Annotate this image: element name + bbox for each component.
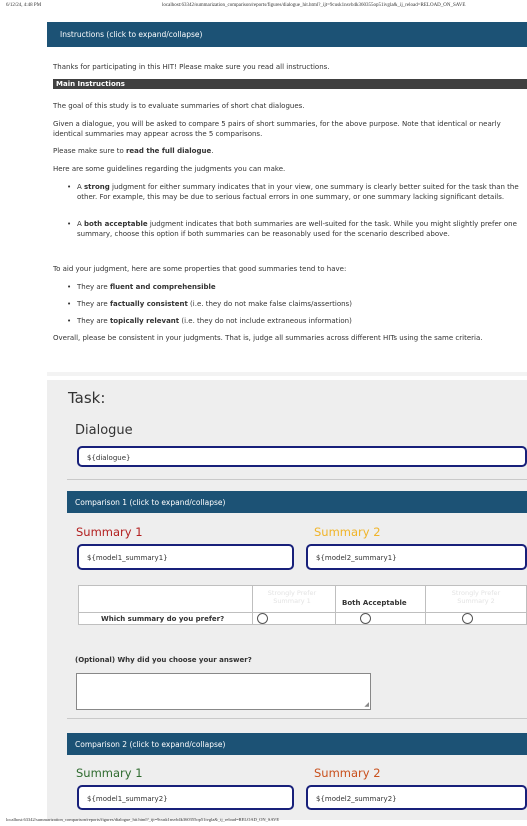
preference-question: Which summary do you prefer? [101,615,225,623]
radio-both-acceptable[interactable] [360,613,371,624]
properties-intro: To aid your judgment, here are some prop… [53,265,347,273]
comparison-2-summary-2-title: Summary 2 [314,766,381,780]
comparison-2-summary-2-value: ${model2_summary2} [316,795,397,803]
print-header: 6/12/24, 4:48 PM localhost:63342/summari… [0,0,527,12]
overall-text: Overall, please be consistent in your ju… [53,334,483,342]
comparison-2-summary-1-value: ${model1_summary2} [87,795,168,803]
dialogue-box: ${dialogue} [77,446,527,467]
dialogue-value: ${dialogue} [87,454,131,462]
comparison-2-toggle-label: Comparison 2 (click to expand/collapse) [75,740,226,749]
radio-strongly-prefer-summary-1[interactable] [257,613,268,624]
comparison-1-summary-2-box: ${model2_summary1} [306,544,527,570]
main-instructions-header: Main Instructions [53,79,527,89]
goal-text: The goal of this study is to evaluate su… [53,102,305,110]
dialogue-title: Dialogue [75,423,133,438]
comparison-2-toggle-bar[interactable]: Comparison 2 (click to expand/collapse) [67,733,527,755]
print-datetime: 6/12/24, 4:48 PM [6,3,42,8]
resize-grip-icon[interactable]: ◢ [364,701,369,708]
comparison-1-toggle-bar[interactable]: Comparison 1 (click to expand/collapse) [67,491,527,513]
instructions-toggle-bar[interactable]: Instructions (click to expand/collapse) [47,22,527,47]
guidelines-intro: Here are some guidelines regarding the j… [53,165,286,173]
both-acceptable-header: Both Acceptable [342,599,407,607]
comparison-2-summary-1-title: Summary 1 [76,766,143,780]
comparison-1-summary-1-value: ${model1_summary1} [87,554,168,562]
task-top-divider [47,372,527,376]
comparison-2-summary-2-box: ${model2_summary2} [306,785,527,810]
print-footer-url: localhost:63342/summarization_comparison… [6,817,280,822]
instructions-toggle-label: Instructions (click to expand/collapse) [60,30,203,39]
divider [67,718,527,719]
optional-reason-label: (Optional) Why did you choose your answe… [75,656,252,664]
strongly-prefer-summary-2-header: Strongly Prefer Summary 2 [451,589,501,605]
comparison-1-summary-1-box: ${model1_summary1} [77,544,294,570]
divider [67,479,527,480]
radio-strongly-prefer-summary-2[interactable] [462,613,473,624]
print-url: localhost:63342/summarization_comparison… [162,3,466,8]
comparison-1-summary-1-title: Summary 1 [76,525,143,539]
optional-reason-input[interactable]: ◢ [76,673,371,710]
thanks-text: Thanks for participating in this HIT! Pl… [53,63,330,71]
comparison-1-summary-2-value: ${model2_summary1} [316,554,397,562]
comparison-1-toggle-label: Comparison 1 (click to expand/collapse) [75,498,226,507]
comparison-1-summary-2-title: Summary 2 [314,525,381,539]
given-text: Given a dialogue, you will be asked to c… [53,120,501,138]
main-instructions-title: Main Instructions [56,80,125,88]
strongly-prefer-summary-1-header: Strongly Prefer Summary 1 [267,589,317,605]
read-dialogue-text: Please make sure to read the full dialog… [53,147,214,155]
task-title: Task: [68,389,106,407]
comparison-2-summary-1-box: ${model1_summary2} [77,785,294,810]
comparison-1-preference-grid: Strongly Prefer Summary 1 Both Acceptabl… [78,585,527,625]
